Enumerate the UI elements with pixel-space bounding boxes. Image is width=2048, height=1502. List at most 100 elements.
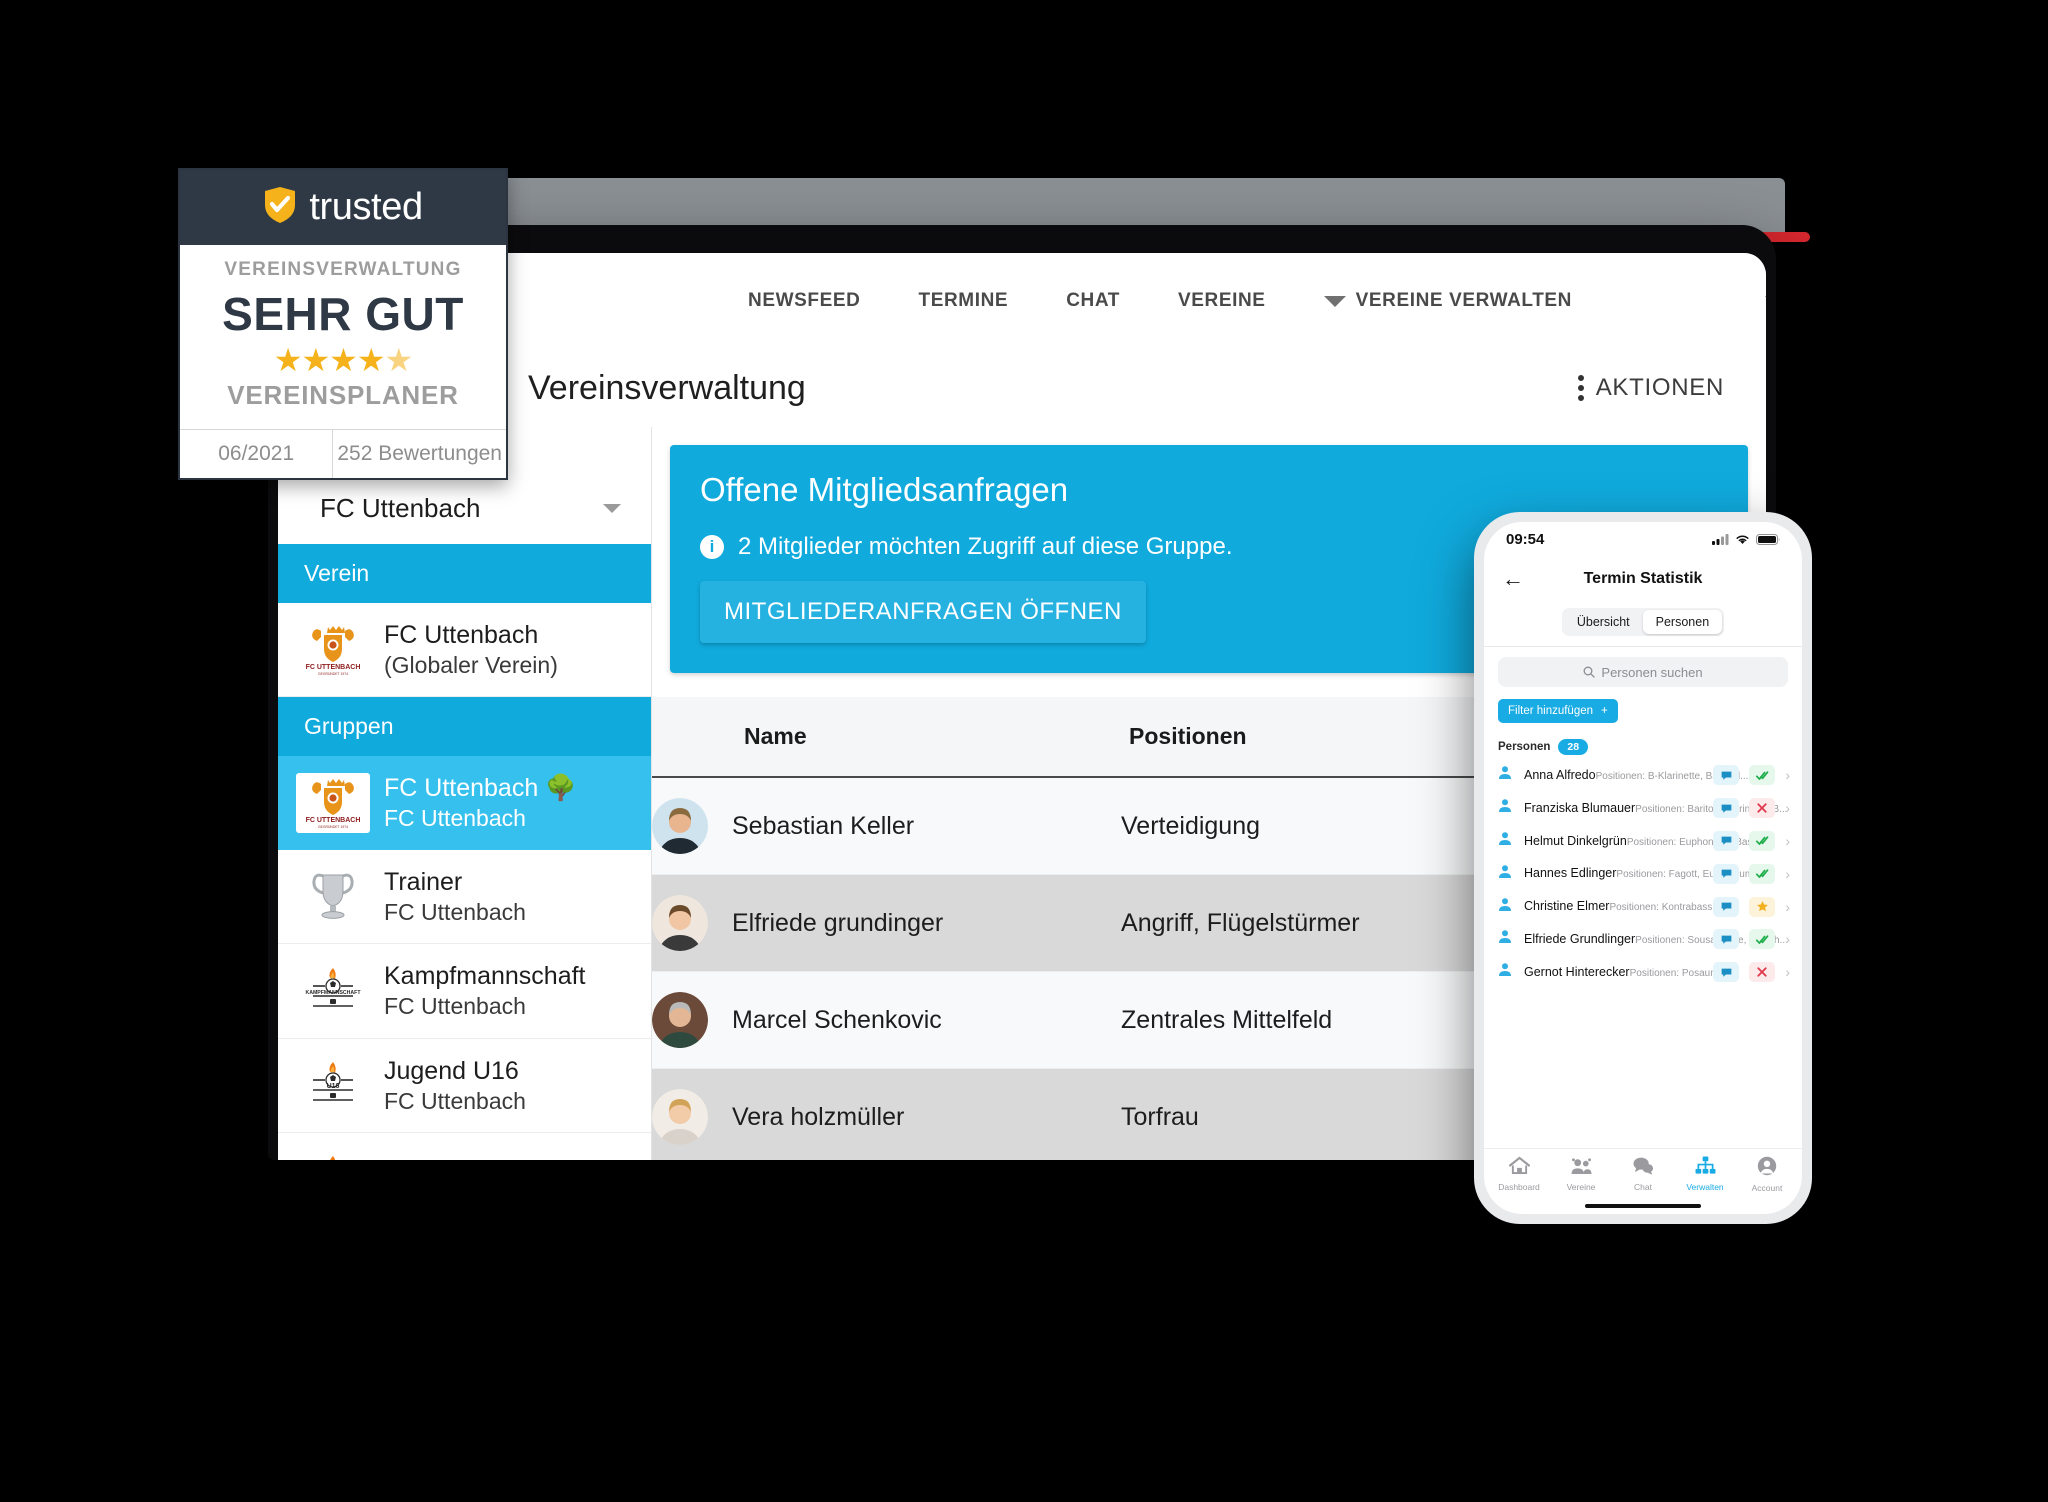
status-badge[interactable]	[1749, 765, 1776, 786]
u16-badge-icon: U16	[296, 1055, 370, 1115]
actions-label: AKTIONEN	[1595, 374, 1724, 401]
svg-text:KAMPFMANNSCHAFT: KAMPFMANNSCHAFT	[305, 990, 361, 996]
svg-text:GEGRÜNDET 1974: GEGRÜNDET 1974	[318, 672, 348, 676]
sidebar-item-text: FC Uttenbach (Globaler Verein)	[384, 619, 558, 680]
status-badge[interactable]	[1749, 896, 1776, 917]
search-input[interactable]: Personen suchen	[1498, 657, 1788, 687]
member-name: Elfriede grundinger	[732, 908, 944, 937]
chat-button[interactable]	[1713, 929, 1740, 950]
chat-button[interactable]	[1713, 798, 1740, 819]
sidebar-item-text: FC Uttenbach 🌳 FC Uttenbach	[384, 772, 576, 833]
cross-icon	[1757, 803, 1767, 813]
sidebar-group-fc-uttenbach[interactable]: FC UTTENBACH GEGRÜNDET 1974 FC Uttenbach…	[278, 756, 651, 850]
nav-item-newsfeed[interactable]: NEWSFEED	[748, 290, 860, 312]
badge-grade: SEHR GUT	[222, 288, 464, 340]
person-info: Hannes EdlingerPositionen: Fagott, Eupho…	[1524, 863, 1753, 884]
sidebar-item-text: Jugend U16 FC Uttenbach	[384, 1055, 526, 1116]
nav-item-vereine-verwalten[interactable]: VEREINE VERWALTEN	[1323, 290, 1572, 312]
double-check-icon	[1755, 935, 1769, 944]
people-icon	[1570, 1158, 1593, 1179]
cell-name: Sebastian Keller	[652, 777, 1122, 875]
tab-dashboard[interactable]: Dashboard	[1490, 1156, 1548, 1192]
chat-icon	[1632, 1157, 1654, 1179]
status-badge[interactable]	[1749, 830, 1776, 851]
sidebar-group-kampfmannschaft[interactable]: KAMPFMANNSCHAFT Kampfmannschaft FC Utten…	[278, 944, 651, 1039]
sidebar: Verein wechseln FC Uttenbach Verein	[278, 427, 652, 1160]
svg-text:GEGRÜNDET 1974: GEGRÜNDET 1974	[318, 825, 348, 829]
status-badge[interactable]	[1749, 929, 1776, 950]
nav-item-chat[interactable]: CHAT	[1066, 290, 1120, 312]
list-item[interactable]: Gernot HintereckerPositionen: Posaune ›	[1484, 956, 1802, 989]
tab-uebersicht[interactable]: Übersicht	[1564, 610, 1643, 634]
person-name: Helmut Dinkelgrün	[1524, 833, 1627, 848]
double-check-icon	[1755, 869, 1769, 879]
nav-item-termine[interactable]: TERMINE	[918, 290, 1008, 312]
phone-device: 09:54 ← Termin Statistik Übersicht Perso…	[1474, 512, 1812, 1224]
chat-button[interactable]	[1713, 863, 1740, 884]
chat-bubble-icon	[1721, 804, 1732, 813]
tab-vereine[interactable]: Vereine	[1552, 1156, 1610, 1192]
account-icon	[1757, 1156, 1777, 1180]
tab-verwalten[interactable]: Verwalten	[1676, 1156, 1734, 1192]
sidebar-group-reserve[interactable]: Reserve	[278, 1133, 651, 1160]
cell-positionen: Verteidigung	[1121, 777, 1506, 875]
chat-bubble-icon	[1721, 771, 1732, 780]
chevron-right-icon: ›	[1785, 767, 1790, 784]
person-name: Gernot Hinterecker	[1524, 964, 1630, 979]
nav-item-user-menu[interactable]: SEBASTIAN KELLER	[1765, 290, 1766, 312]
sidebar-group-trainer[interactable]: Trainer FC Uttenbach	[278, 849, 651, 945]
sidebar-item-club[interactable]: FC UTTENBACH GEGRÜNDET 1974 FC Uttenbach…	[278, 603, 651, 698]
home-icon	[1508, 1156, 1530, 1179]
svg-text:U16: U16	[327, 1083, 340, 1090]
list-item[interactable]: Franziska BlumauerPositionen: Bariton, K…	[1484, 792, 1802, 825]
people-list: Anna AlfredoPositionen: B-Klarinette, Ba…	[1484, 759, 1802, 1148]
group-title: Jugend U16	[384, 1056, 519, 1085]
list-item[interactable]: Christine ElmerPositionen: Kontrabass ›	[1484, 890, 1802, 923]
trophy-icon	[296, 867, 370, 927]
status-badge[interactable]	[1749, 962, 1776, 983]
trusted-badge-footer: 06/2021 252 Bewertungen	[180, 429, 506, 479]
sidebar-item-text: Trainer FC Uttenbach	[384, 866, 526, 927]
avatar	[652, 992, 708, 1048]
chat-button[interactable]	[1713, 765, 1740, 786]
person-avatar-icon	[1498, 929, 1514, 949]
person-avatar-icon	[1499, 963, 1511, 977]
list-item[interactable]: Anna AlfredoPositionen: B-Klarinette, Ba…	[1484, 759, 1802, 792]
group-subtitle: FC Uttenbach	[384, 993, 526, 1020]
status-badge[interactable]	[1749, 863, 1776, 884]
trusted-wordmark: trusted	[309, 186, 423, 228]
person-avatar-icon	[1498, 831, 1514, 851]
nav-label: CHAT	[1066, 290, 1120, 311]
open-member-requests-button[interactable]: MITGLIEDERANFRAGEN ÖFFNEN	[700, 581, 1146, 643]
tab-label: Verwalten	[1686, 1182, 1724, 1192]
person-name: Christine Elmer	[1524, 899, 1610, 914]
list-item[interactable]: Helmut DinkelgrünPositionen: Euphonium, …	[1484, 825, 1802, 858]
chat-button[interactable]	[1713, 830, 1740, 851]
tab-label: Account	[1751, 1183, 1783, 1193]
member-name: Vera holzmüller	[732, 1102, 905, 1131]
nav-label: NEWSFEED	[748, 290, 861, 311]
badge-product-name: VEREINSPLANER	[227, 380, 459, 411]
tab-account[interactable]: Account	[1738, 1156, 1796, 1193]
cell-name: Marcel Schenkovic	[652, 971, 1122, 1069]
back-arrow-icon[interactable]: ←	[1502, 568, 1524, 590]
nav-item-vereine[interactable]: VEREINE	[1178, 290, 1266, 312]
chat-button[interactable]	[1713, 896, 1740, 917]
svg-text:FC UTTENBACH: FC UTTENBACH	[306, 817, 361, 824]
club-crest-icon: FC UTTENBACH GEGRÜNDET 1974	[296, 620, 370, 680]
group-subtitle: FC Uttenbach	[384, 805, 526, 832]
status-badge[interactable]	[1749, 798, 1776, 819]
sidebar-group-jugend-u16[interactable]: U16 Jugend U16 FC Uttenbach	[278, 1038, 651, 1134]
battery-icon	[1756, 533, 1780, 545]
tab-chat[interactable]: Chat	[1614, 1156, 1672, 1192]
chat-button[interactable]	[1713, 962, 1740, 983]
actions-button[interactable]: AKTIONEN	[1577, 374, 1724, 402]
list-item[interactable]: Hannes EdlingerPositionen: Fagott, Eupho…	[1484, 857, 1802, 890]
tab-personen[interactable]: Personen	[1642, 610, 1723, 634]
person-info: Christine ElmerPositionen: Kontrabass	[1524, 896, 1712, 917]
club-switcher-select[interactable]: FC Uttenbach	[304, 493, 625, 538]
team-badge-icon: KAMPFMANNSCHAFT	[296, 961, 370, 1021]
add-filter-button[interactable]: Filter hinzufügen +	[1498, 699, 1618, 723]
chevron-right-icon: ›	[1785, 931, 1790, 948]
list-item[interactable]: Elfriede GrundlingerPositionen: Sousapho…	[1484, 923, 1802, 956]
